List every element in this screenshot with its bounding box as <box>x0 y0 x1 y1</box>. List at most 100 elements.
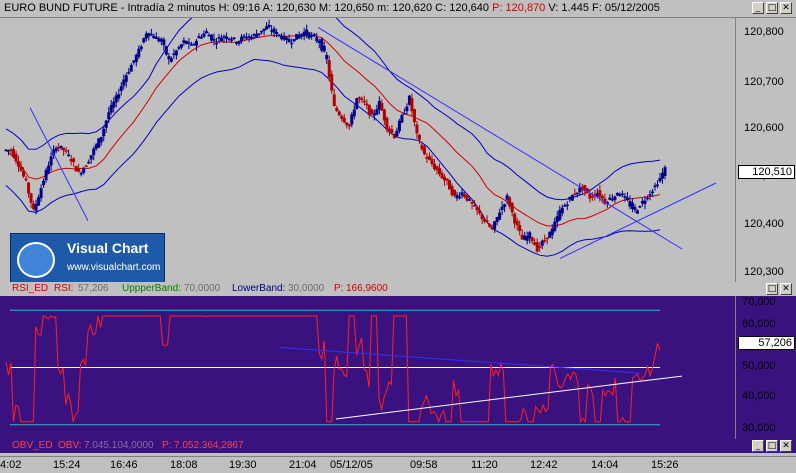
candle-body <box>27 182 31 194</box>
candle-body <box>322 45 326 52</box>
candle-body <box>530 237 534 242</box>
candle-body <box>89 155 93 160</box>
candle-body <box>129 64 133 72</box>
time-tick: 15:26 <box>651 459 679 471</box>
rsi-label: RSI: <box>54 283 74 294</box>
time-tick: 15:24 <box>53 459 81 471</box>
current-rsi-tag: 57,206 <box>738 336 795 350</box>
price-axis[interactable]: 120,800 120,700 120,600 120,500 120,400 … <box>735 18 796 282</box>
candle-body <box>24 178 28 181</box>
candle-body <box>337 111 341 116</box>
price-candle <box>204 28 208 34</box>
candle-body <box>315 37 319 42</box>
candle-body <box>290 42 294 45</box>
candle-body <box>565 204 569 207</box>
candle-body <box>107 112 111 120</box>
candle-body <box>275 32 279 35</box>
candle-body <box>362 100 366 103</box>
candle-body <box>475 206 479 211</box>
hour-value: 09:16 <box>232 2 261 14</box>
price-candle <box>194 38 198 52</box>
candle-body <box>355 98 359 109</box>
candle-body <box>380 103 384 111</box>
price-candle <box>24 176 28 182</box>
candle-body <box>92 148 96 155</box>
price-candle <box>87 159 91 165</box>
candle-body <box>187 42 191 44</box>
candle-body <box>478 210 482 214</box>
volume-label: V: <box>548 2 559 14</box>
candle-body <box>237 40 241 44</box>
candle-body <box>402 113 406 115</box>
candle-body <box>127 71 131 74</box>
rsi-chart[interactable] <box>0 296 735 439</box>
minimize-button[interactable]: _ <box>752 2 764 14</box>
candle-body <box>267 24 271 28</box>
rsi-p-label: P: <box>334 283 344 294</box>
time-tick: 11:20 <box>471 459 498 471</box>
logo-title: Visual Chart <box>67 240 149 256</box>
candle-body <box>623 196 627 198</box>
rsi-header: RSI_ED RSI: 57,206 UppperBand: 70,0000 L… <box>0 282 796 296</box>
candle-body <box>250 36 254 40</box>
candle-body <box>538 246 542 248</box>
candle-body <box>500 206 504 210</box>
candle-body <box>633 207 637 210</box>
candle-body <box>600 196 604 199</box>
close-label: C: <box>435 2 447 14</box>
rsi-name: RSI_ED <box>12 283 49 294</box>
candle-body <box>335 107 339 112</box>
price-candle <box>417 133 421 144</box>
candle-body <box>17 161 21 167</box>
time-tick: 18:08 <box>170 459 198 471</box>
candle-body <box>645 197 649 200</box>
price-panel[interactable]: Visual Chart www.visualchart.com <box>0 18 735 282</box>
candle-body <box>570 195 574 201</box>
candle-body <box>405 106 409 112</box>
candle-body <box>29 193 33 203</box>
candle-body <box>117 94 121 99</box>
obv-p-value: 7.052.364,2867 <box>174 440 244 451</box>
candle-body <box>232 37 236 39</box>
candle-body <box>179 44 183 48</box>
price-candle <box>613 195 617 203</box>
price-candle <box>645 195 649 201</box>
instrument-name: EURO BUND FUTURE <box>4 2 118 14</box>
candle-body <box>400 114 404 123</box>
rsi-value: 57,206 <box>78 283 109 294</box>
obv-close-button[interactable]: ✕ <box>780 440 792 452</box>
candle-body <box>22 170 26 177</box>
candle-body <box>104 120 108 128</box>
candle-body <box>655 184 659 186</box>
price-candle <box>528 230 532 244</box>
price-candle <box>149 28 153 36</box>
close-button[interactable]: ✕ <box>780 2 792 14</box>
obv-minimize-button[interactable]: _ <box>752 440 764 452</box>
obv-value: 7.045.104,0000 <box>84 440 154 451</box>
price-candle <box>498 208 502 221</box>
timeframe: Intradía 2 minutos <box>127 2 216 14</box>
rsi-panel[interactable] <box>0 296 735 439</box>
candle-body <box>635 210 639 214</box>
high-label: M: <box>318 2 332 14</box>
price-candle <box>267 19 271 29</box>
price-candle <box>535 238 539 253</box>
candle-body <box>385 117 389 130</box>
time-tick: 4:02 <box>0 459 22 471</box>
rsi-axis[interactable]: 70,000 60,000 50,000 40,000 30,000 <box>735 296 796 439</box>
candle-body <box>84 165 88 168</box>
price-candle <box>237 40 241 47</box>
candle-body <box>62 147 66 151</box>
price-tick: 120,600 <box>744 122 784 134</box>
rsi-close-button[interactable]: ✕ <box>780 283 792 295</box>
open-value: 120,630 <box>276 2 316 14</box>
candle-body <box>39 188 43 199</box>
price-candle <box>64 146 68 154</box>
obv-restore-button[interactable]: □ <box>766 440 778 452</box>
price-candle <box>164 45 168 56</box>
candle-body <box>79 172 83 175</box>
obv-label: OBV: <box>58 440 82 451</box>
restore-button[interactable]: □ <box>766 2 778 14</box>
price-tick: 120,400 <box>744 218 784 230</box>
rsi-restore-button[interactable]: □ <box>766 283 778 295</box>
